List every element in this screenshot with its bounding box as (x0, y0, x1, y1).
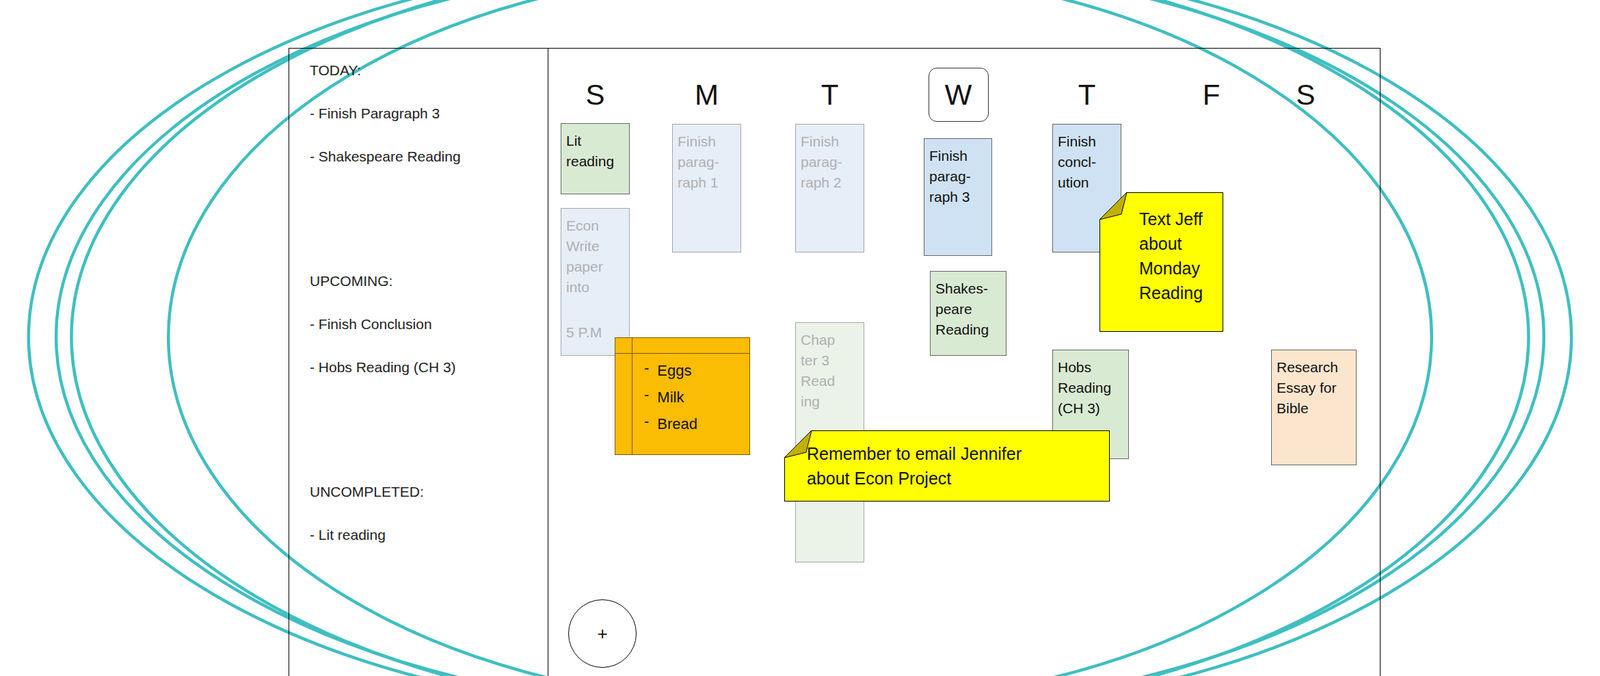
entry-text: Write (566, 235, 628, 257)
note-text: about Econ Project (806, 465, 1106, 491)
entry-text: Finish (929, 145, 990, 167)
note-bullet: - (644, 407, 649, 435)
note-item: -Bread (644, 410, 750, 437)
sidebar-item[interactable]: - Lit reading (309, 523, 548, 545)
entry-text: ter 3 (800, 350, 862, 371)
entry-text: Finish (800, 131, 862, 152)
entry-text: Finish (677, 131, 739, 152)
calendar-entry[interactable]: Litreading (560, 123, 630, 195)
sidebar-section: UNCOMPLETED: - Lit reading (309, 480, 548, 545)
section-heading: UPCOMING: (309, 270, 548, 292)
note-bullet: - (644, 354, 649, 381)
section-heading: UNCOMPLETED: (309, 480, 548, 502)
calendar-entry[interactable]: ResearchEssay forBible (1271, 349, 1357, 465)
entry-text: (CH 3) (1057, 397, 1127, 419)
entry-text: into (566, 276, 628, 298)
sidebar-item[interactable]: - Shakespeare Reading (309, 145, 548, 167)
note-text: Remember to email Jennifer (806, 441, 1106, 466)
calendar-entry[interactable]: Shakes-peareReading (929, 270, 1007, 356)
entry-text: raph 3 (929, 186, 990, 208)
entry-text: paper (566, 256, 628, 277)
entry-text: ution (1057, 172, 1119, 193)
calendar-entry[interactable]: Finishparag-raph 1 (672, 123, 742, 253)
day-label[interactable]: S (1275, 67, 1337, 122)
sidebar-section: TODAY: - Finish Paragraph 3 - Shakespeare … (309, 59, 548, 167)
entry-text: Hobs (1057, 356, 1127, 378)
entry-text: concl- (1057, 151, 1119, 173)
grocery-note[interactable]: -Eggs-Milk-Bread (614, 337, 751, 455)
entry-text: raph 1 (677, 172, 739, 193)
sidebar-item[interactable]: - Finish Paragraph 3 (309, 102, 548, 124)
note-item: -Milk (644, 383, 750, 411)
note-margin-line (631, 337, 633, 455)
entry-text: Read (800, 370, 862, 392)
sticky-note-wrap: Text JeffaboutMondayReading (1099, 192, 1224, 332)
entry-text: ing (800, 391, 862, 412)
note-text: Monday (1139, 255, 1220, 281)
note-text: about (1139, 231, 1220, 256)
entry-text: Shakes- (935, 278, 1004, 299)
day-label[interactable]: F (1181, 67, 1242, 122)
entry-text: Research (1276, 356, 1354, 378)
day-column: ResearchEssay forBible (1271, 121, 1380, 563)
entry-text: parag- (677, 151, 739, 173)
day-label[interactable]: S (565, 67, 626, 122)
add-button[interactable]: + (568, 598, 637, 668)
note-bullet: - (644, 380, 649, 408)
sidebar: TODAY: - Finish Paragraph 3 - Shakespeare … (289, 48, 549, 676)
note-header-line (615, 352, 750, 354)
entry-text: Reading (935, 319, 1004, 340)
entry-text: Reading (1057, 377, 1127, 398)
entry-text: reading (566, 151, 628, 172)
day-label[interactable]: M (676, 67, 738, 122)
day-header-row: SMTWTFS (548, 48, 1380, 122)
entry-text: parag- (800, 151, 862, 173)
entry-text: raph 2 (800, 172, 862, 193)
note-item: -Eggs (644, 356, 750, 384)
sidebar-section: UPCOMING: - Finish Conclusion - Hobs Readi… (309, 270, 548, 378)
sticky-note-wrap: Remember to email Jenniferabout Econ Pro… (784, 430, 1110, 502)
calendar: SMTWTFSLitreadingEconWritepaperinto5 P.M… (548, 48, 1380, 676)
entry-text: parag- (929, 166, 990, 187)
day-label[interactable]: W (928, 67, 989, 122)
note-text: Reading (1139, 280, 1220, 305)
calendar-entry[interactable]: Finishparag-raph 3 (923, 138, 993, 256)
note-text: Text Jeff (1139, 206, 1220, 232)
day-label[interactable]: T (1057, 67, 1118, 122)
day-column (1176, 121, 1272, 563)
sidebar-item[interactable]: - Hobs Reading (CH 3) (309, 356, 548, 378)
sticky-note[interactable] (784, 430, 1110, 502)
entry-text: Bible (1276, 397, 1354, 419)
planner-frame: TODAY: - Finish Paragraph 3 - Shakespeare … (288, 47, 1381, 676)
section-heading: TODAY: (309, 59, 548, 81)
calendar-entry[interactable]: EconWritepaperinto5 P.M (560, 207, 630, 356)
entry-text: Econ (566, 215, 628, 236)
entry-text: Finish (1057, 131, 1119, 152)
entry-text: Chap (800, 329, 862, 351)
calendar-entry[interactable]: Finishparag-raph 2 (795, 123, 865, 253)
entry-text: Lit (566, 130, 628, 152)
sidebar-item[interactable]: - Finish Conclusion (309, 313, 548, 335)
planner-page: TODAY: - Finish Paragraph 3 - Shakespeare … (0, 0, 1600, 676)
folded-corner-icon (1099, 192, 1127, 220)
entry-text: peare (935, 298, 1004, 320)
day-label[interactable]: T (800, 67, 861, 122)
entry-text: Essay for (1276, 377, 1354, 398)
